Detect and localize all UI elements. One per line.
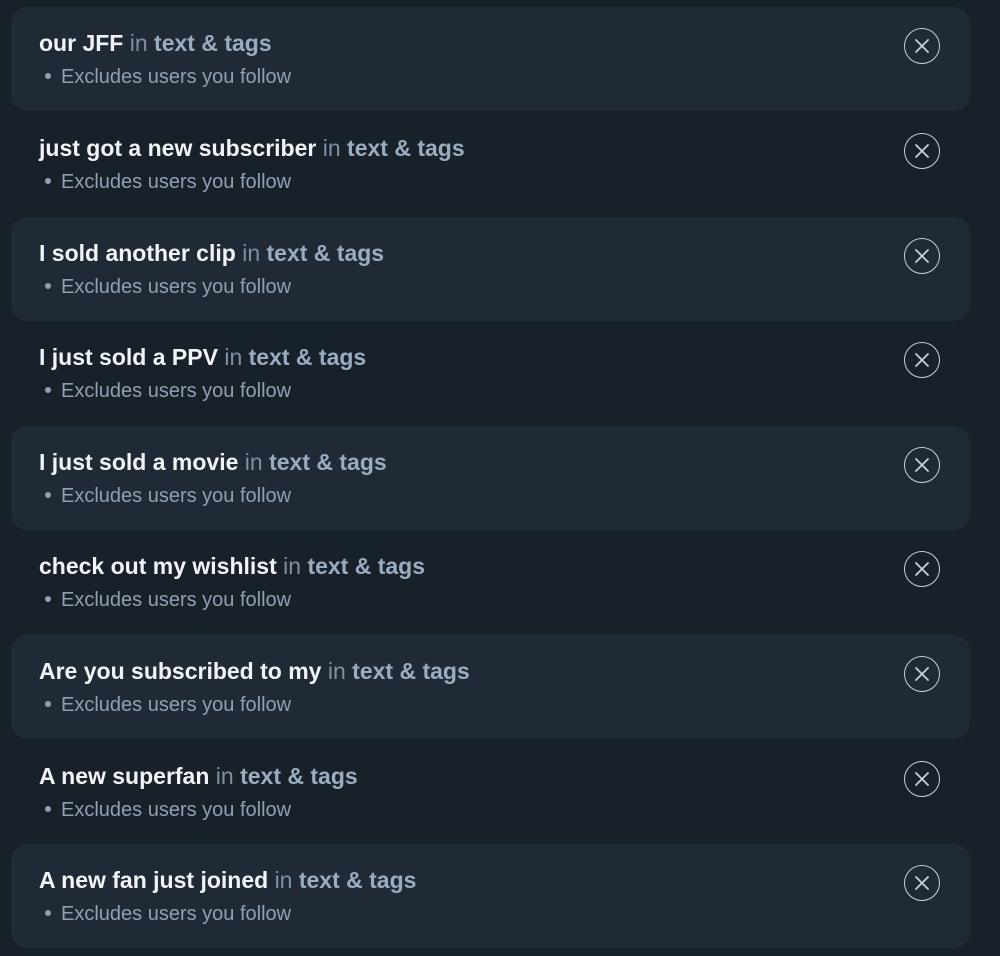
close-icon [914,666,929,681]
filter-note-text: Excludes users you follow [61,276,292,298]
filter-note-text: Excludes users you follow [61,485,292,507]
filter-phrase: A new superfan [39,763,210,789]
filter-scope: text & tags [298,867,417,893]
filter-scope: text & tags [154,30,272,56]
filter-title: A new fan just joined in text & tags [39,866,416,894]
filter-note: Excludes users you follow [45,902,291,926]
filter-title: our JFF in text & tags [39,29,272,57]
filter-title: just got a new subscriber in text & tags [39,134,465,162]
filter-in-word: in [327,658,346,684]
bullet-icon [45,386,51,393]
filter-row: A new fan just joined in text & tags Exc… [11,844,970,948]
filter-title: I just sold a PPV in text & tags [39,343,366,371]
filter-note-text: Excludes users you follow [61,171,292,193]
filter-title: A new superfan in text & tags [39,762,358,790]
filter-title: check out my wishlist in text & tags [39,552,425,580]
filter-row: A new superfan in text & tags Excludes u… [11,740,970,844]
filter-in-word: in [224,344,243,370]
remove-filter-button[interactable] [904,656,940,692]
filter-row: Are you subscribed to my in text & tags … [11,635,970,739]
remove-filter-button[interactable] [904,447,940,483]
filter-row: I sold another clip in text & tags Exclu… [11,217,970,321]
filter-scope: text & tags [248,344,367,370]
remove-filter-button[interactable] [904,342,940,378]
filter-in-word: in [322,135,341,161]
filter-note-text: Excludes users you follow [61,66,292,88]
close-icon [914,771,929,786]
bullet-icon [45,805,51,812]
filter-title: I sold another clip in text & tags [39,239,384,267]
filter-scope: text & tags [269,449,387,475]
bullet-icon [45,177,51,184]
bullet-icon [45,595,51,602]
filter-phrase: I just sold a movie [39,449,239,475]
close-icon [914,248,929,263]
filter-phrase: Are you subscribed to my [39,658,322,684]
remove-filter-button[interactable] [904,761,940,797]
filter-in-word: in [242,240,261,266]
filter-scope: text & tags [352,658,470,684]
filter-in-word: in [129,30,148,56]
remove-filter-button[interactable] [904,551,940,587]
filter-row: I just sold a movie in text & tags Exclu… [11,426,970,530]
close-icon [914,143,929,158]
bullet-icon [45,282,51,289]
close-icon [914,352,929,367]
filter-note: Excludes users you follow [45,379,291,403]
close-icon [914,38,929,53]
filter-row: check out my wishlist in text & tags Exc… [11,530,970,634]
filter-phrase: I sold another clip [39,240,236,266]
filter-scope: text & tags [240,763,358,789]
filter-phrase: I just sold a PPV [39,344,218,370]
filter-note: Excludes users you follow [45,588,291,612]
remove-filter-button[interactable] [904,28,940,64]
remove-filter-button[interactable] [904,865,940,901]
remove-filter-button[interactable] [904,238,940,274]
bullet-icon [45,491,51,498]
filter-note-text: Excludes users you follow [61,903,292,925]
filter-phrase: A new fan just joined [39,867,269,893]
filter-note-text: Excludes users you follow [61,799,292,821]
bullet-icon [45,909,51,916]
filter-row: just got a new subscriber in text & tags… [11,112,970,216]
close-icon [914,561,929,576]
close-icon [914,875,929,890]
filter-in-word: in [283,553,302,579]
bullet-icon [45,72,51,79]
filter-note: Excludes users you follow [45,693,291,717]
filter-scope: text & tags [266,240,385,266]
filter-note: Excludes users you follow [45,170,291,194]
filter-phrase: check out my wishlist [39,553,277,579]
filter-note-text: Excludes users you follow [61,380,292,402]
filter-scope: text & tags [307,553,426,579]
filter-note-text: Excludes users you follow [61,589,292,611]
remove-filter-button[interactable] [904,133,940,169]
filter-note: Excludes users you follow [45,798,291,822]
filter-row: our JFF in text & tags Excludes users yo… [11,7,970,111]
filter-note-text: Excludes users you follow [61,694,292,716]
filter-title: I just sold a movie in text & tags [39,448,387,476]
bullet-icon [45,700,51,707]
filter-in-word: in [274,867,293,893]
muted-words-list: our JFF in text & tags Excludes users yo… [0,0,1000,956]
filter-scope: text & tags [347,135,465,161]
filter-in-word: in [215,763,234,789]
filter-phrase: just got a new subscriber [39,135,317,161]
filter-title: Are you subscribed to my in text & tags [39,657,470,685]
filter-row: I just sold a PPV in text & tags Exclude… [11,321,970,425]
filter-note: Excludes users you follow [45,484,291,508]
close-icon [914,457,929,472]
filter-note: Excludes users you follow [45,275,291,299]
filter-in-word: in [244,449,263,475]
filter-phrase: our JFF [39,30,124,56]
filter-note: Excludes users you follow [45,65,291,89]
